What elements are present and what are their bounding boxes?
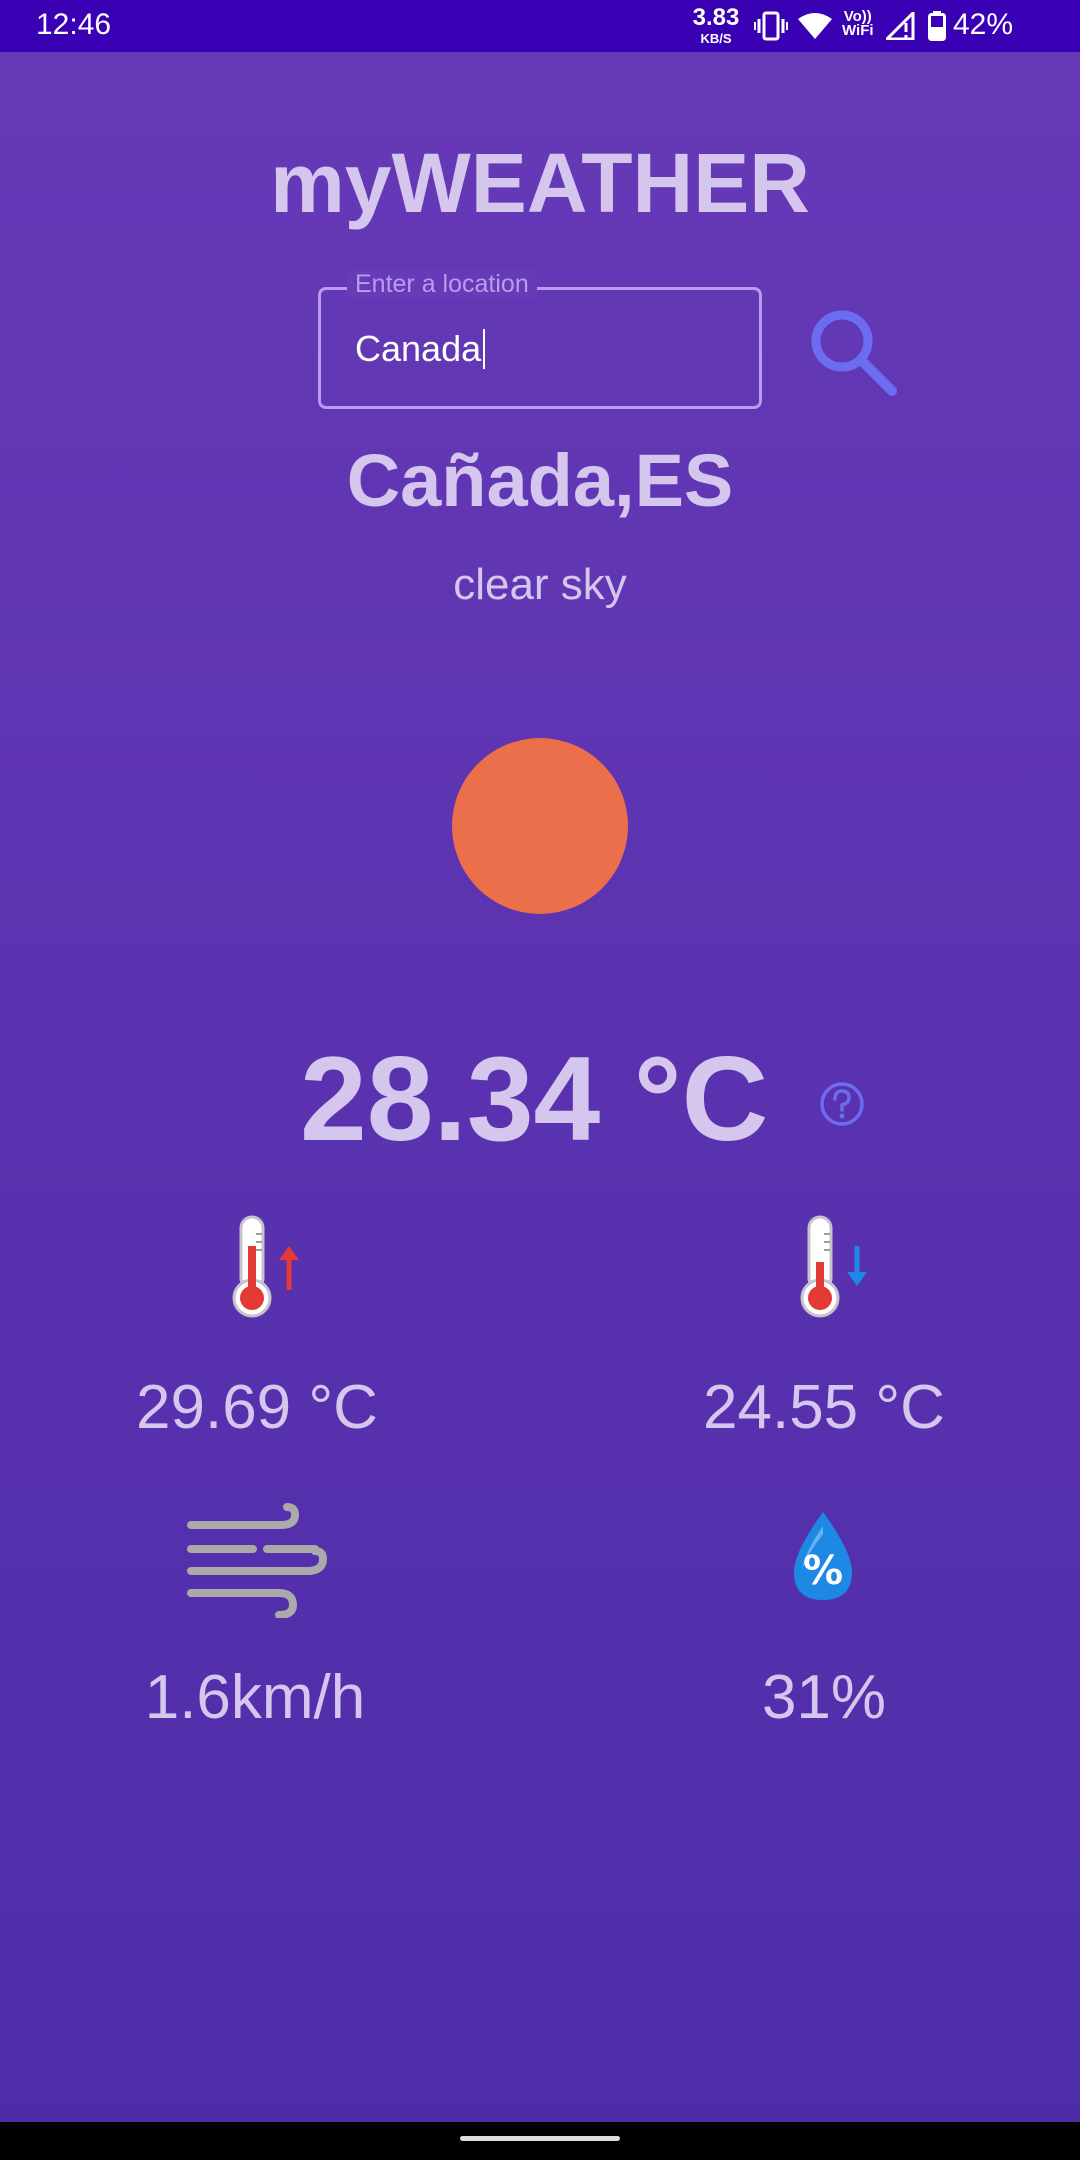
humidity: 31% xyxy=(761,1663,887,1732)
wifi-label: WiFi xyxy=(842,22,874,39)
battery-percent: 42% xyxy=(953,8,1014,41)
signal-icon xyxy=(886,12,915,40)
humidity-icon: % xyxy=(794,1512,852,1600)
thermometer-up-icon xyxy=(232,1215,299,1318)
svg-text:%: % xyxy=(803,1548,843,1594)
location-input-value[interactable]: Canada xyxy=(355,328,485,370)
current-temperature: 28.34 °C xyxy=(300,1032,769,1166)
search-icon[interactable] xyxy=(806,305,898,397)
status-time: 12:46 xyxy=(36,8,112,41)
status-bar: 12:46 3.83 KB/S Vo)) WiFi 42% xyxy=(0,0,1080,52)
battery-icon xyxy=(928,11,946,41)
wind-icon xyxy=(187,1503,328,1618)
network-speed-unit: KB/S xyxy=(700,31,732,46)
wifi-icon xyxy=(798,13,832,39)
navigation-bar xyxy=(0,2122,1080,2160)
network-speed-value: 3.83 xyxy=(692,4,740,31)
min-temperature: 24.55 °C xyxy=(703,1373,945,1442)
vibrate-icon xyxy=(754,11,788,41)
thermometer-down-icon xyxy=(800,1215,867,1318)
sun-icon xyxy=(452,738,628,914)
weather-description: clear sky xyxy=(453,560,627,609)
home-gesture-handle[interactable] xyxy=(460,2136,620,2141)
city-name: Cañada,ES xyxy=(346,439,734,522)
wind-speed: 1.6km/h xyxy=(144,1663,366,1732)
volte-wifi-icon: Vo)) WiFi xyxy=(842,9,874,39)
max-temperature: 29.69 °C xyxy=(136,1373,378,1442)
app-title: myWEATHER xyxy=(270,136,810,230)
location-input[interactable]: Enter a location Canada xyxy=(318,270,762,409)
location-input-label: Enter a location xyxy=(347,270,537,299)
help-icon[interactable] xyxy=(818,1080,866,1128)
network-speed: 3.83 KB/S xyxy=(688,4,744,46)
